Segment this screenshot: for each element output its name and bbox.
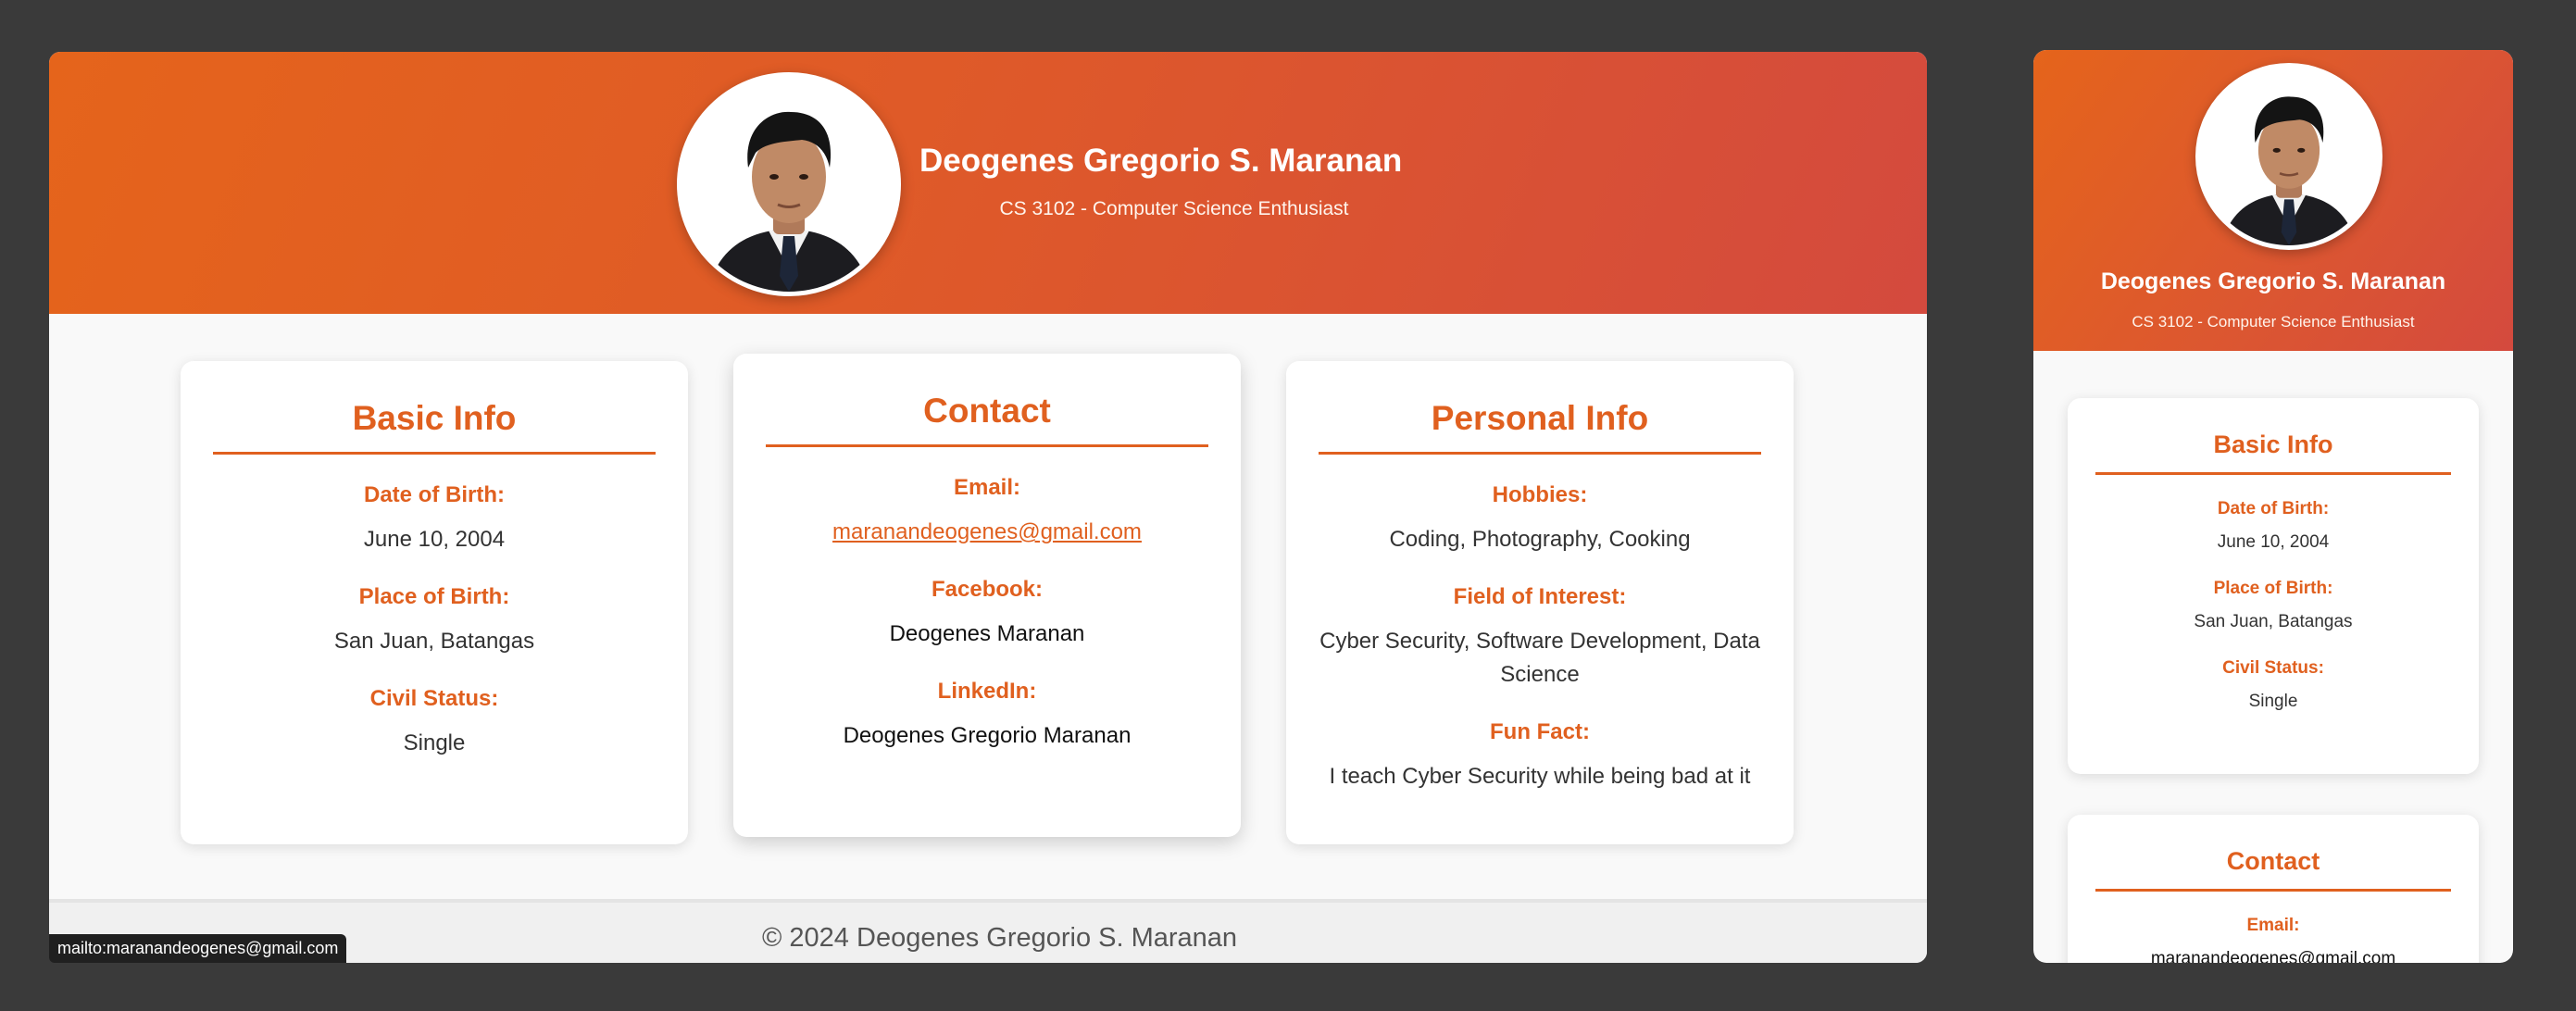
hobbies-value: Coding, Photography, Cooking (1389, 527, 1691, 552)
profile-photo (677, 72, 901, 296)
email-link[interactable]: maranandeogenes@gmail.com (733, 516, 1241, 549)
civil-status-label: Civil Status: (2222, 658, 2324, 678)
title-divider (2095, 889, 2451, 892)
title-divider (766, 444, 1208, 447)
title-divider (1319, 452, 1761, 455)
fun-fact-value: I teach Cyber Security while being bad a… (1329, 764, 1751, 789)
dob-label: Date of Birth: (2217, 499, 2330, 518)
linkedin-value: Deogenes Gregorio Maranan (843, 723, 1132, 748)
pob-value: San Juan, Batangas (2194, 612, 2353, 631)
card-title: Contact (923, 392, 1051, 430)
title-divider (213, 452, 656, 455)
contact-card: Contact Email: maranandeogenes@gmail.com… (733, 354, 1241, 837)
basic-info-card: Basic Info Date of Birth: June 10, 2004 … (181, 361, 688, 844)
dob-value: June 10, 2004 (2217, 532, 2330, 552)
email-label: Email: (953, 475, 1021, 500)
profile-tagline: CS 3102 - Computer Science Enthusiast (999, 198, 1349, 219)
fun-fact-label: Fun Fact: (1490, 719, 1590, 744)
email-link[interactable]: maranandeogenes@gmail.com (2068, 947, 2479, 963)
card-title: Basic Info (2213, 431, 2333, 458)
interest-value: Cyber Security, Software Development, Da… (1319, 629, 1760, 687)
card-title: Basic Info (352, 399, 517, 437)
profile-tagline: CS 3102 - Computer Science Enthusiast (2132, 313, 2415, 331)
personal-info-card: Personal Info Hobbies: Coding, Photograp… (1286, 361, 1794, 844)
person-portrait-icon (2200, 68, 2378, 245)
profile-name: Deogenes Gregorio S. Maranan (2100, 268, 2446, 294)
dob-label: Date of Birth: (364, 482, 505, 507)
person-portrait-icon (682, 77, 896, 292)
civil-status-value: Single (403, 730, 466, 755)
profile-header: Deogenes Gregorio S. Maranan CS 3102 - C… (2033, 50, 2513, 351)
facebook-label: Facebook: (931, 577, 1044, 602)
profile-header: Deogenes Gregorio S. Maranan CS 3102 - C… (49, 52, 1927, 314)
civil-status-value: Single (2248, 692, 2298, 711)
basic-info-card: Basic Info Date of Birth: June 10, 2004 … (2068, 398, 2479, 774)
pob-label: Place of Birth: (358, 584, 510, 609)
title-divider (2095, 472, 2451, 475)
copyright-text: © 2024 Deogenes Gregorio S. Maranan (762, 923, 1238, 953)
desktop-view: Deogenes Gregorio S. Maranan CS 3102 - C… (49, 52, 1927, 963)
contact-card: Contact Email: maranandeogenes@gmail.com (2068, 815, 2479, 963)
civil-status-label: Civil Status: (369, 686, 499, 711)
email-label: Email: (2246, 916, 2300, 935)
interest-label: Field of Interest: (1453, 584, 1627, 609)
facebook-value: Deogenes Maranan (889, 621, 1085, 646)
mobile-view: Deogenes Gregorio S. Maranan CS 3102 - C… (2033, 50, 2513, 963)
profile-photo (2195, 63, 2382, 250)
linkedin-label: LinkedIn: (937, 679, 1037, 704)
pob-label: Place of Birth: (2213, 579, 2333, 598)
card-title: Contact (2226, 847, 2320, 875)
hobbies-label: Hobbies: (1492, 482, 1588, 507)
profile-name: Deogenes Gregorio S. Maranan (919, 143, 1403, 179)
pob-value: San Juan, Batangas (333, 629, 535, 654)
dob-value: June 10, 2004 (363, 527, 506, 552)
link-status-tooltip: mailto:maranandeogenes@gmail.com (49, 934, 347, 963)
card-title: Personal Info (1431, 399, 1649, 437)
